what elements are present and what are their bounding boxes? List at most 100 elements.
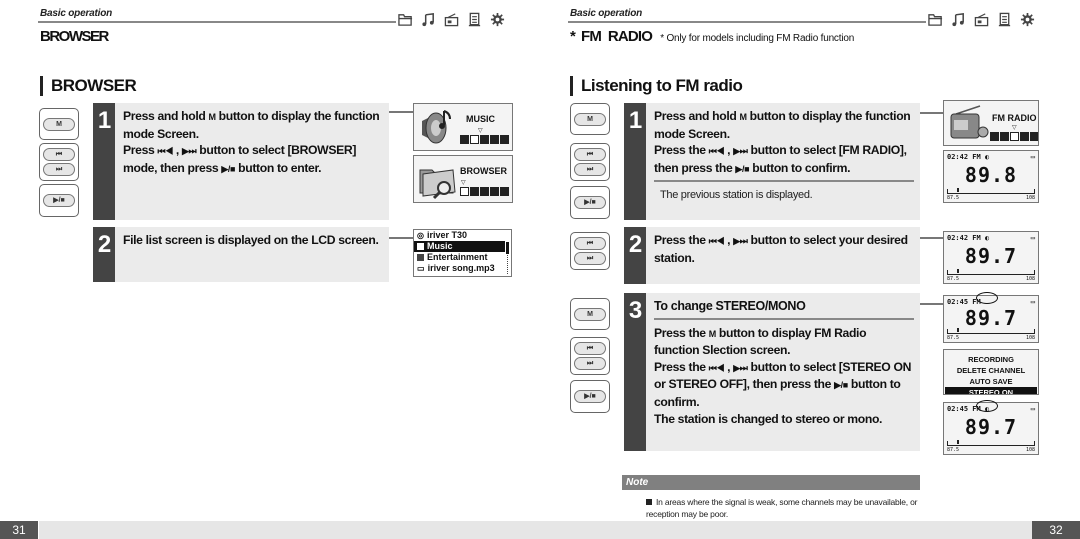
battery-icon: ▭	[1030, 153, 1035, 161]
clock: 02:45	[947, 298, 969, 306]
text: ,	[727, 233, 731, 247]
menu-item-recording[interactable]: RECORDING	[945, 354, 1037, 365]
mode-icons	[398, 12, 505, 27]
document-icon	[467, 12, 482, 27]
item-name: Music	[427, 241, 453, 251]
list-item[interactable]: Entertainment	[414, 252, 511, 263]
scrollbar[interactable]	[506, 242, 509, 274]
text: Press the	[654, 143, 706, 158]
file-list-title: ◎ iriver T30	[414, 230, 511, 241]
text: ,	[175, 143, 179, 158]
note-text: In areas where the signal is weak, some …	[646, 496, 936, 520]
m-button: M	[574, 307, 606, 321]
menu-item-delete-channel[interactable]: DELETE CHANNEL	[945, 365, 1037, 376]
scale-min: 87.5	[947, 447, 960, 453]
play-button-illustration: ▶/■	[39, 184, 79, 217]
step-number: 1	[93, 103, 115, 220]
mode-icons	[928, 12, 1035, 27]
list-item[interactable]: Music	[414, 241, 505, 252]
device-name: iriver T30	[426, 230, 468, 240]
prev-glyph: ⏮◀	[708, 146, 725, 157]
step-text: Press the ⏮◀, ▶⏭ button to select your desi…	[654, 232, 914, 266]
next-glyph: ▶⏭	[181, 146, 197, 157]
right-page: Basic operation * FM RADIO * Only for mode…	[540, 0, 1080, 539]
chapter-title-text: FM RADIO	[581, 28, 653, 45]
list-item[interactable]: ▭ iriver song.mp3	[414, 263, 511, 274]
menu-item-auto-save[interactable]: AUTO SAVE	[945, 376, 1037, 387]
lcd-mode-icons	[460, 135, 509, 144]
scale-max: 108	[1025, 276, 1035, 282]
radio-icon	[480, 135, 489, 144]
gear-icon	[500, 187, 509, 196]
note-header: Note	[622, 475, 920, 490]
scale-range: 87.5 108	[947, 195, 1035, 201]
heading-text: BROWSER	[51, 76, 137, 95]
step-2: 2 Press the ⏮◀, ▶⏭ button to select your de…	[624, 227, 920, 284]
prev-glyph: ⏮◀	[708, 236, 725, 246]
step-3: 3 To change STEREO/MONO Press the Mbutton…	[624, 293, 920, 451]
text: The station is changed to stereo or mono…	[654, 411, 883, 426]
step-number: 1	[624, 103, 646, 220]
selector-arrow-icon: ▽	[1012, 125, 1017, 131]
text: Press the	[654, 233, 706, 247]
skip-buttons-illustration: ⏮ ⏭	[570, 232, 610, 270]
lcd-file-list: ◎ iriver T30 Music Entertainment ▭ iriver …	[413, 229, 512, 277]
step-text: To change STEREO/MONO Press the Mbutton t…	[654, 298, 914, 427]
folder-icon	[417, 243, 424, 250]
next-button: ⏭	[43, 163, 75, 176]
play-glyph: ▶/■	[735, 163, 750, 174]
text: Press the	[654, 359, 706, 374]
text: Press and hold	[123, 109, 206, 123]
folder-icon	[417, 254, 424, 261]
m-glyph: M	[708, 328, 717, 339]
scale-max: 108	[1025, 447, 1035, 453]
prev-button: ⏮	[574, 342, 606, 355]
play-stop-button: ▶/■	[43, 194, 75, 207]
play-glyph: ▶/■	[221, 163, 236, 174]
scrollbar-thumb[interactable]	[506, 242, 509, 254]
folder-icon	[460, 187, 469, 196]
scale-min: 87.5	[947, 335, 960, 341]
text: ,	[727, 143, 731, 158]
step-1: 1 Press and hold Mbutton to display the f…	[93, 103, 389, 220]
music-note-icon	[1000, 132, 1009, 141]
prev-glyph: ⏮◀	[708, 362, 725, 373]
connector-line	[389, 111, 413, 113]
music-note-icon	[421, 12, 436, 27]
lcd-music-mode: MUSIC ▽	[413, 103, 513, 151]
prev-button: ⏮	[574, 237, 606, 250]
lcd-fm-radio-mode: FM RADIO ▽	[943, 100, 1039, 146]
step-text: Press and hold Mbutton to display the fun…	[123, 108, 383, 177]
m-glyph: M	[739, 112, 747, 122]
lcd-mode-icons	[460, 187, 509, 196]
folder-icon	[928, 12, 943, 27]
header-rule	[568, 21, 926, 23]
selector-arrow-icon: ▽	[478, 128, 483, 134]
frequency: 89.7	[964, 244, 1018, 268]
speaker-icon	[422, 110, 451, 144]
file-icon: ▭	[417, 264, 425, 273]
radio-icon	[974, 12, 989, 27]
selector-arrow-icon: ▽	[461, 180, 466, 186]
tuning-scale	[947, 269, 1035, 275]
step-number: 2	[93, 227, 115, 282]
folder-icon	[990, 132, 999, 141]
radio-device-icon	[950, 105, 989, 139]
menu-item-stereo-on[interactable]: STEREO ON	[945, 387, 1037, 394]
next-button: ⏭	[574, 163, 606, 176]
music-note-icon	[470, 135, 479, 144]
connector-line	[920, 237, 943, 239]
play-button-illustration: ▶/■	[570, 186, 610, 219]
gear-icon	[1030, 132, 1038, 141]
lcd-fm-station: 02:42 FM ◐ ▭ 89.7 87.5 108	[943, 231, 1039, 284]
header-rule	[38, 21, 396, 23]
lcd-mode-label: BROWSER	[460, 166, 507, 176]
prev-button: ⏮	[574, 148, 606, 161]
step-text: Press and hold Mbutton to display the fun…	[654, 108, 914, 204]
play-button-illustration: ▶/■	[570, 380, 610, 413]
radio-icon	[480, 187, 489, 196]
frequency: 89.7	[964, 415, 1018, 439]
page-number: 31	[0, 521, 38, 539]
battery-icon: ▭	[1030, 234, 1035, 242]
lcd-mode-label: MUSIC	[466, 114, 495, 124]
